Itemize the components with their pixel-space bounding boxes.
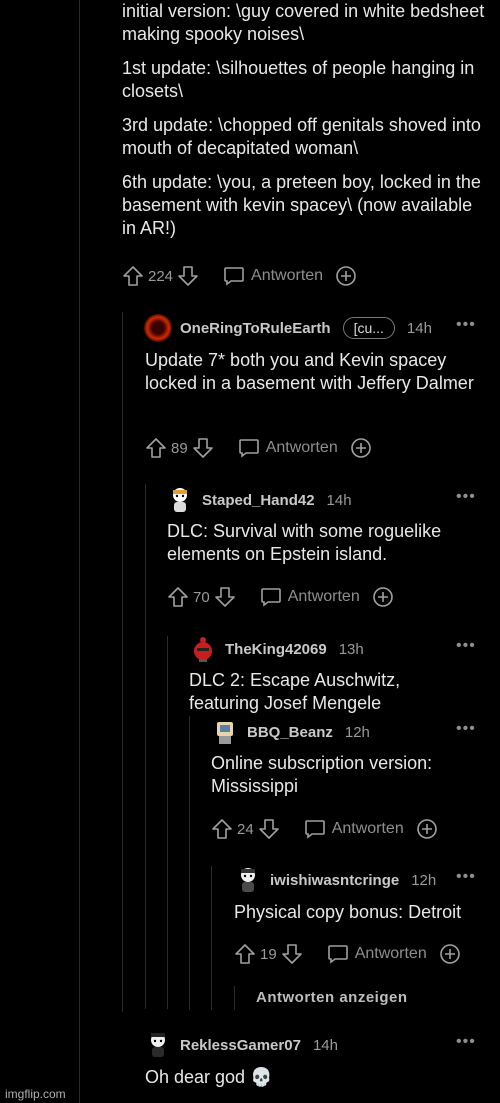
timestamp: 12h [411,871,437,889]
comment-bubble-icon [260,588,281,607]
username[interactable]: TheKing42069 [225,641,327,658]
thread-line[interactable] [211,866,212,1010]
more-options-icon[interactable]: ••• [456,637,476,655]
reply-button[interactable]: Antworten [260,587,360,607]
comment-bubble-icon [327,945,348,964]
upvote-icon[interactable] [232,942,258,966]
username[interactable]: BBQ_Beanz [247,724,333,741]
comment-body: DLC: Survival with some roguelike elemen… [167,521,442,564]
timestamp: 14h [312,1036,338,1054]
reply-button[interactable]: Antworten [304,819,404,839]
avatar[interactable] [189,635,217,663]
comment-header: ReklessGamer07 14h [144,1032,338,1058]
username[interactable]: OneRingToRuleEarth [180,320,331,337]
avatar[interactable] [144,314,172,342]
user-flair: [cu... [342,317,395,339]
username[interactable]: ReklessGamer07 [180,1037,301,1054]
comment-header: Staped_Hand42 14h [166,487,352,513]
top-comment-body: initial version: \guy covered in white b… [122,0,490,251]
username[interactable]: Staped_Hand42 [202,492,315,509]
comment-paragraph: 3rd update: \chopped off genitals shoved… [122,115,481,158]
upvote-icon[interactable] [120,264,146,288]
more-options-icon[interactable]: ••• [456,868,476,886]
comment-actions: 24 Antworten [209,817,438,841]
comment-bubble-icon [304,820,325,839]
comment-bubble-icon [224,267,244,286]
award-icon[interactable] [372,586,394,608]
comment-header: OneRingToRuleEarth [cu... 14h [144,314,432,342]
avatar[interactable] [144,1031,172,1059]
avatar[interactable] [166,486,194,514]
award-icon[interactable] [416,818,438,840]
comment-header: TheKing42069 13h [189,636,364,662]
thread-line[interactable] [167,636,168,1009]
avatar[interactable] [234,866,262,894]
downvote-icon[interactable] [190,436,216,460]
username[interactable]: iwishiwasntcringe [270,872,399,889]
more-options-icon[interactable]: ••• [456,488,476,506]
thread-line[interactable] [122,312,123,1012]
timestamp: 13h [338,640,364,658]
vote-count: 24 [237,820,254,838]
vote-count: 224 [148,267,174,285]
award-icon[interactable] [439,943,461,965]
downvote-icon[interactable] [256,817,282,841]
vote-count: 70 [193,588,210,606]
comment-actions: 89 Antworten [143,436,372,460]
thread-line[interactable] [189,716,190,1010]
timestamp: 12h [344,723,370,741]
reply-label: Antworten [251,267,324,284]
comment-header: iwishiwasntcringe 12h [234,867,436,893]
comment-body: DLC 2: Escape Auschwitz, featuring Josef… [189,670,401,713]
watermark: imgflip.com [5,1087,66,1101]
timestamp: 14h [326,491,352,509]
timestamp: 14h [406,319,432,337]
comment-paragraph: 6th update: \you, a preteen boy, locked … [122,172,481,238]
more-options-icon[interactable]: ••• [456,316,476,334]
upvote-icon[interactable] [165,585,191,609]
comment-actions: 19 Antworten [232,942,461,966]
reply-label: Antworten [287,588,360,605]
downvote-icon[interactable] [175,264,201,288]
vote-count: 89 [171,439,188,457]
more-options-icon[interactable]: ••• [456,1033,476,1051]
reply-button[interactable]: Antworten [223,266,323,286]
award-icon[interactable] [350,437,372,459]
reply-button[interactable]: Antworten [238,438,338,458]
downvote-icon[interactable] [279,942,305,966]
comment-body: Update 7* both you and Kevin spacey lock… [145,350,474,393]
thread-line[interactable] [145,484,146,1009]
vote-count: 19 [260,945,277,963]
reply-label: Antworten [265,439,338,456]
reply-label: Antworten [331,820,404,837]
comment-body: Physical copy bonus: Detroit [234,902,462,922]
comment-bubble-icon [238,439,259,458]
thread-line[interactable] [234,986,235,1010]
downvote-icon[interactable] [212,585,238,609]
comment-header: BBQ_Beanz 12h [211,719,370,745]
upvote-icon[interactable] [209,817,235,841]
comment-body: Oh dear god 💀 [145,1067,273,1087]
comment-paragraph: 1st update: \silhouettes of people hangi… [122,58,475,101]
upvote-icon[interactable] [143,436,169,460]
reply-button[interactable]: Antworten [327,944,427,964]
reply-label: Antworten [354,945,427,962]
comment-paragraph: initial version: \guy covered in white b… [122,1,485,44]
top-comment-actions: 224 Antworten [120,264,357,288]
comment-actions: 70 Antworten [165,585,394,609]
award-icon[interactable] [335,265,357,287]
thread-line[interactable] [79,0,80,1103]
more-options-icon[interactable]: ••• [456,720,476,738]
comment-body: Online subscription version: Mississippi [211,753,433,796]
avatar[interactable] [211,718,239,746]
show-replies-button[interactable]: Antworten anzeigen [256,989,408,1006]
